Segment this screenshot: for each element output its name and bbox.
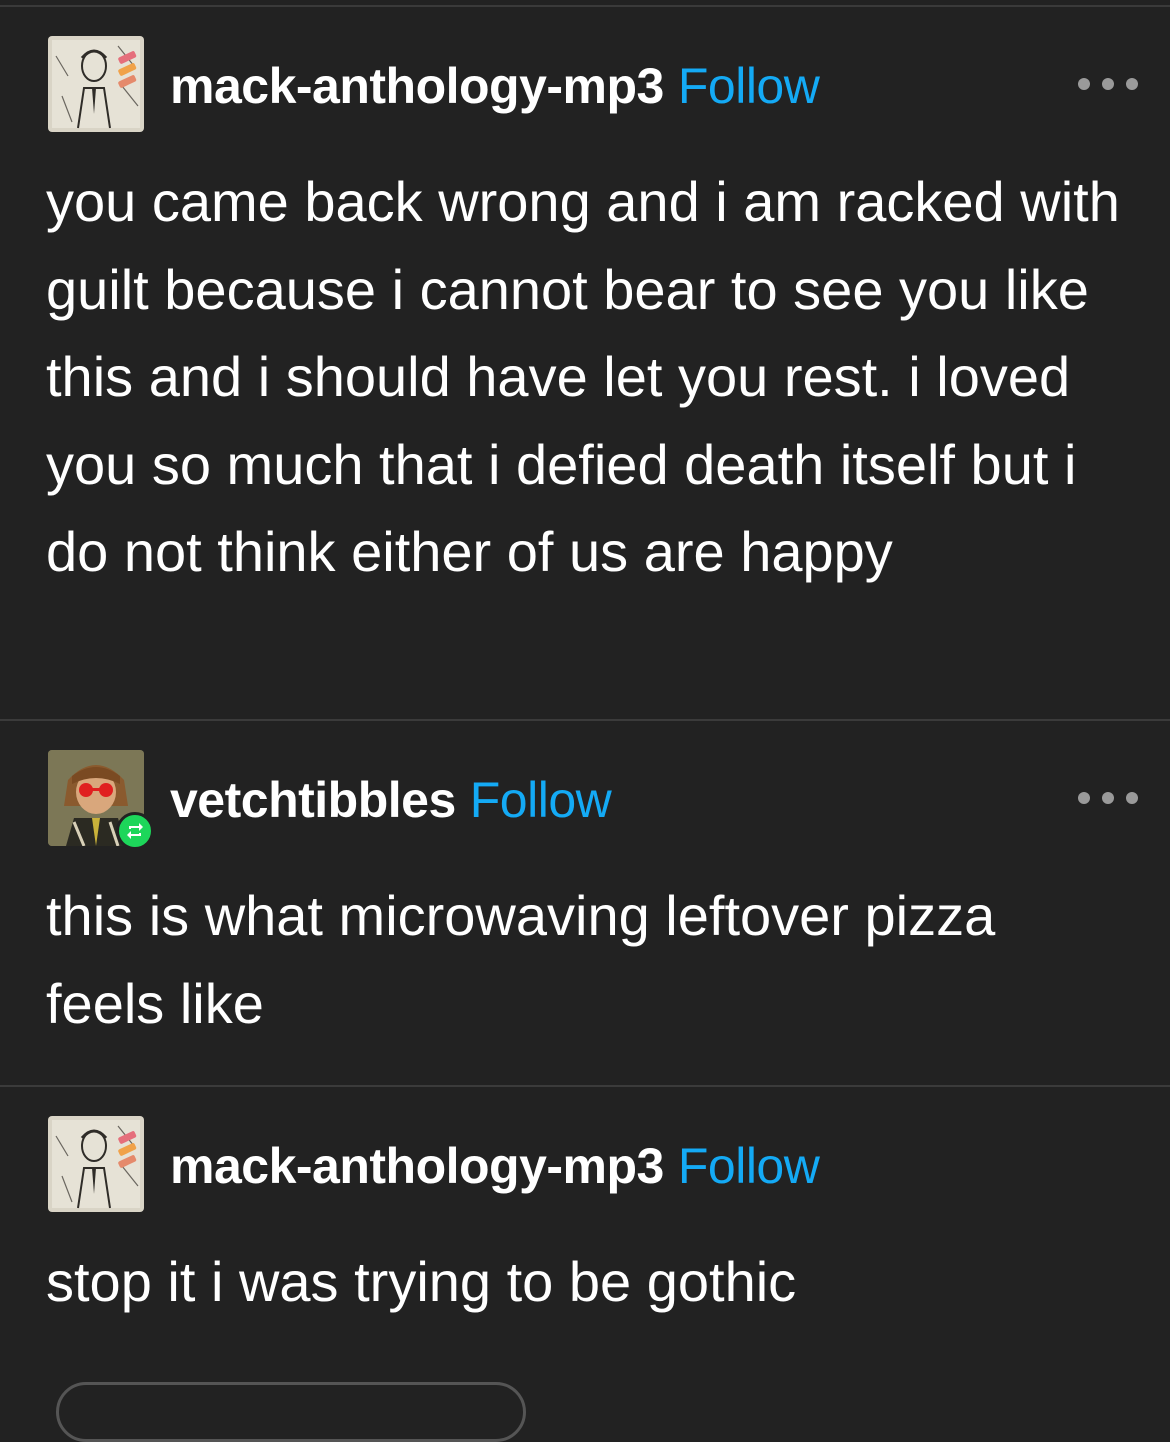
follow-button[interactable]: Follow bbox=[678, 1138, 820, 1194]
post-text: stop it i was trying to be gothic bbox=[46, 1250, 797, 1313]
sketch-portrait-avatar-icon bbox=[48, 36, 144, 132]
username-text[interactable]: vetchtibbles bbox=[170, 772, 456, 828]
menu-dot bbox=[1078, 792, 1090, 804]
post-username[interactable]: mack-anthology-mp3 Follow bbox=[170, 58, 820, 114]
reblog-icon bbox=[116, 812, 154, 850]
post-header: mack-anthology-mp3 Follow bbox=[48, 1116, 1138, 1212]
post-header: mack-anthology-mp3 Follow bbox=[48, 36, 1138, 132]
sketch-portrait-avatar-icon bbox=[48, 1116, 144, 1212]
username-text[interactable]: mack-anthology-mp3 bbox=[170, 58, 664, 114]
menu-dot bbox=[1126, 792, 1138, 804]
post-1: mack-anthology-mp3 Follow you came back w… bbox=[0, 36, 1170, 720]
post-3: mack-anthology-mp3 Follow stop it i was t… bbox=[0, 1116, 1170, 1366]
top-divider bbox=[0, 5, 1170, 7]
follow-button[interactable]: Follow bbox=[678, 58, 820, 114]
post-text: this is what microwaving leftover pizza … bbox=[46, 884, 996, 1035]
menu-dot bbox=[1078, 78, 1090, 90]
menu-dot bbox=[1126, 78, 1138, 90]
post-2: vetchtibbles Follow this is what microwav… bbox=[0, 750, 1170, 1086]
post-divider bbox=[0, 719, 1170, 721]
avatar[interactable] bbox=[48, 1116, 144, 1212]
menu-dot bbox=[1102, 78, 1114, 90]
post-header: vetchtibbles Follow bbox=[48, 750, 1138, 850]
post-username[interactable]: vetchtibbles Follow bbox=[170, 772, 612, 828]
more-horizontal-icon[interactable] bbox=[1078, 72, 1138, 96]
follow-button[interactable]: Follow bbox=[470, 772, 612, 828]
username-text[interactable]: mack-anthology-mp3 bbox=[170, 1138, 664, 1194]
bottom-action-pill[interactable] bbox=[56, 1382, 526, 1442]
avatar[interactable] bbox=[48, 36, 144, 132]
post-username[interactable]: mack-anthology-mp3 Follow bbox=[170, 1138, 820, 1194]
post-divider bbox=[0, 1085, 1170, 1087]
menu-dot bbox=[1102, 792, 1114, 804]
post-text: you came back wrong and i am racked with… bbox=[46, 170, 1120, 583]
more-horizontal-icon[interactable] bbox=[1078, 786, 1138, 810]
